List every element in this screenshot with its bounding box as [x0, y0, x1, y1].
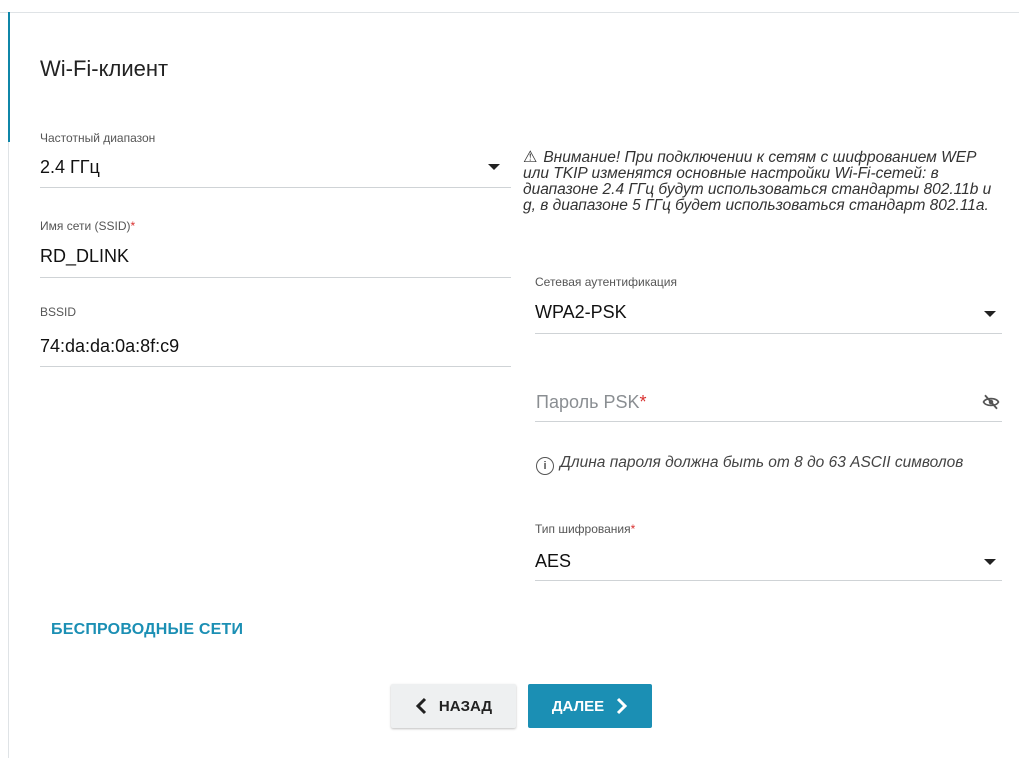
chevron-down-icon [984, 559, 996, 565]
cipher-label: Тип шифрования* [535, 522, 636, 536]
back-button[interactable]: НАЗАД [391, 684, 516, 728]
ssid-field[interactable]: Имя сети (SSID)* RD_DLINK [40, 219, 511, 279]
warning-text: Внимание! При подключении к сетям с шифр… [523, 149, 992, 214]
next-button[interactable]: ДАЛЕЕ [528, 684, 652, 728]
back-label: НАЗАД [438, 697, 493, 715]
required-marker: * [639, 392, 647, 412]
warning-icon: ⚠ [523, 149, 538, 166]
frame-accent-bar [8, 12, 10, 142]
info-icon: i [536, 457, 554, 475]
wireless-networks-link[interactable]: БЕСПРОВОДНЫЕ СЕТИ [51, 621, 243, 639]
encryption-warning: ⚠ Внимание! При подключении к сетям с шиф… [523, 150, 1003, 214]
band-select[interactable]: Частотный диапазон 2.4 ГГц [40, 131, 511, 189]
ssid-label: Имя сети (SSID)* [40, 219, 136, 233]
required-marker: * [130, 219, 136, 233]
bssid-label: BSSID [40, 305, 77, 319]
auth-select[interactable]: Сетевая аутентификация WPA2-PSK [535, 275, 1002, 335]
required-marker: * [630, 522, 636, 536]
chevron-down-icon [488, 164, 500, 170]
next-label: ДАЛЕЕ [551, 697, 605, 715]
chevron-left-icon [415, 697, 426, 715]
page-title: Wi-Fi-клиент [40, 56, 169, 81]
password-underline [535, 421, 1002, 422]
cipher-underline [535, 580, 1002, 581]
auth-underline [535, 333, 1002, 334]
band-underline [40, 187, 511, 188]
bssid-field[interactable]: BSSID 74:da:da:0a:8f:c9 [40, 305, 511, 369]
band-value: 2.4 ГГц [40, 157, 100, 177]
password-hint: i Длина пароля должна быть от 8 до 63 ASC… [536, 452, 976, 475]
frame-top-border [0, 12, 1019, 13]
eye-off-icon[interactable] [981, 393, 1001, 411]
auth-value: WPA2-PSK [535, 302, 627, 322]
bssid-underline [40, 366, 511, 367]
bssid-value: 74:da:da:0a:8f:c9 [40, 336, 180, 356]
ssid-underline [40, 277, 511, 278]
password-input[interactable]: Пароль PSK* [536, 392, 647, 413]
cipher-value: AES [535, 551, 572, 571]
chevron-right-icon [617, 697, 628, 715]
ssid-value: RD_DLINK [40, 246, 130, 266]
chevron-down-icon [984, 311, 996, 317]
auth-label: Сетевая аутентификация [535, 275, 677, 289]
band-label: Частотный диапазон [40, 131, 156, 145]
cipher-select[interactable]: Тип шифрования* AES [535, 522, 1002, 582]
hint-text: Длина пароля должна быть от 8 до 63 ASCI… [560, 454, 964, 471]
